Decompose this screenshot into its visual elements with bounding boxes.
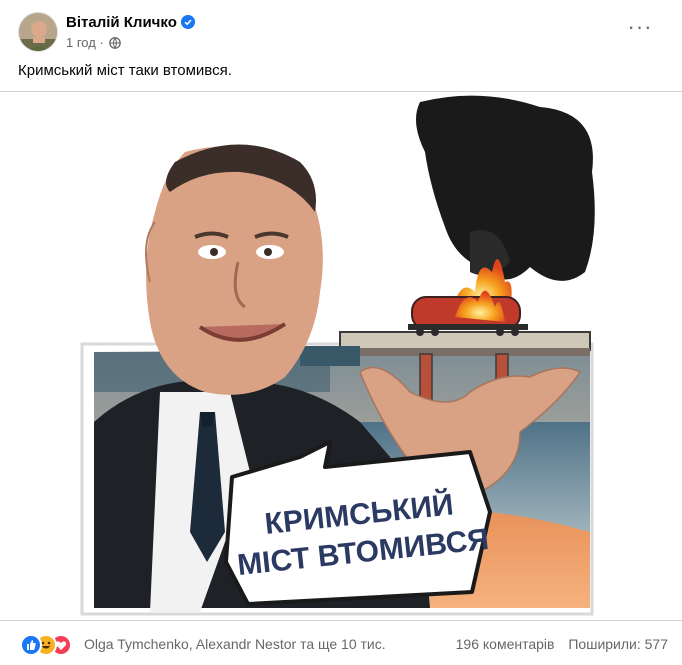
like-icon (20, 634, 42, 656)
post-image[interactable]: КРИМСЬКИЙ МІСТ ВТОМИВСЯ (0, 92, 682, 620)
reaction-names[interactable]: Olga Tymchenko, Alexandr Nestor та ще 10… (84, 636, 386, 652)
more-options-icon[interactable]: ··· (626, 16, 654, 44)
globe-icon (109, 37, 122, 49)
post-stats: 196 коментарів Поширили: 577 (446, 636, 668, 652)
comments-count[interactable]: 196 коментарів (456, 636, 555, 652)
shares-count[interactable]: Поширили: 577 (568, 636, 668, 652)
author-avatar[interactable] (18, 12, 58, 52)
verified-badge-icon (180, 15, 195, 29)
post-text: Кримський міст таки втомився. (18, 62, 232, 79)
author-name[interactable]: Віталій Кличко (66, 14, 177, 31)
post-time[interactable]: 1 год (66, 35, 96, 50)
post-meta: 1 год · (66, 35, 122, 50)
post-card: Віталій Кличко 1 год · ··· Кримський міс… (0, 0, 682, 665)
cartoon-illustration: КРИМСЬКИЙ МІСТ ВТОМИВСЯ (80, 95, 595, 616)
post-header: Віталій Кличко 1 год · ··· (18, 12, 668, 54)
post-footer: Olga Tymchenko, Alexandr Nestor та ще 10… (0, 624, 682, 664)
footer-divider (0, 620, 682, 621)
author-name-row: Віталій Кличко (66, 14, 195, 31)
